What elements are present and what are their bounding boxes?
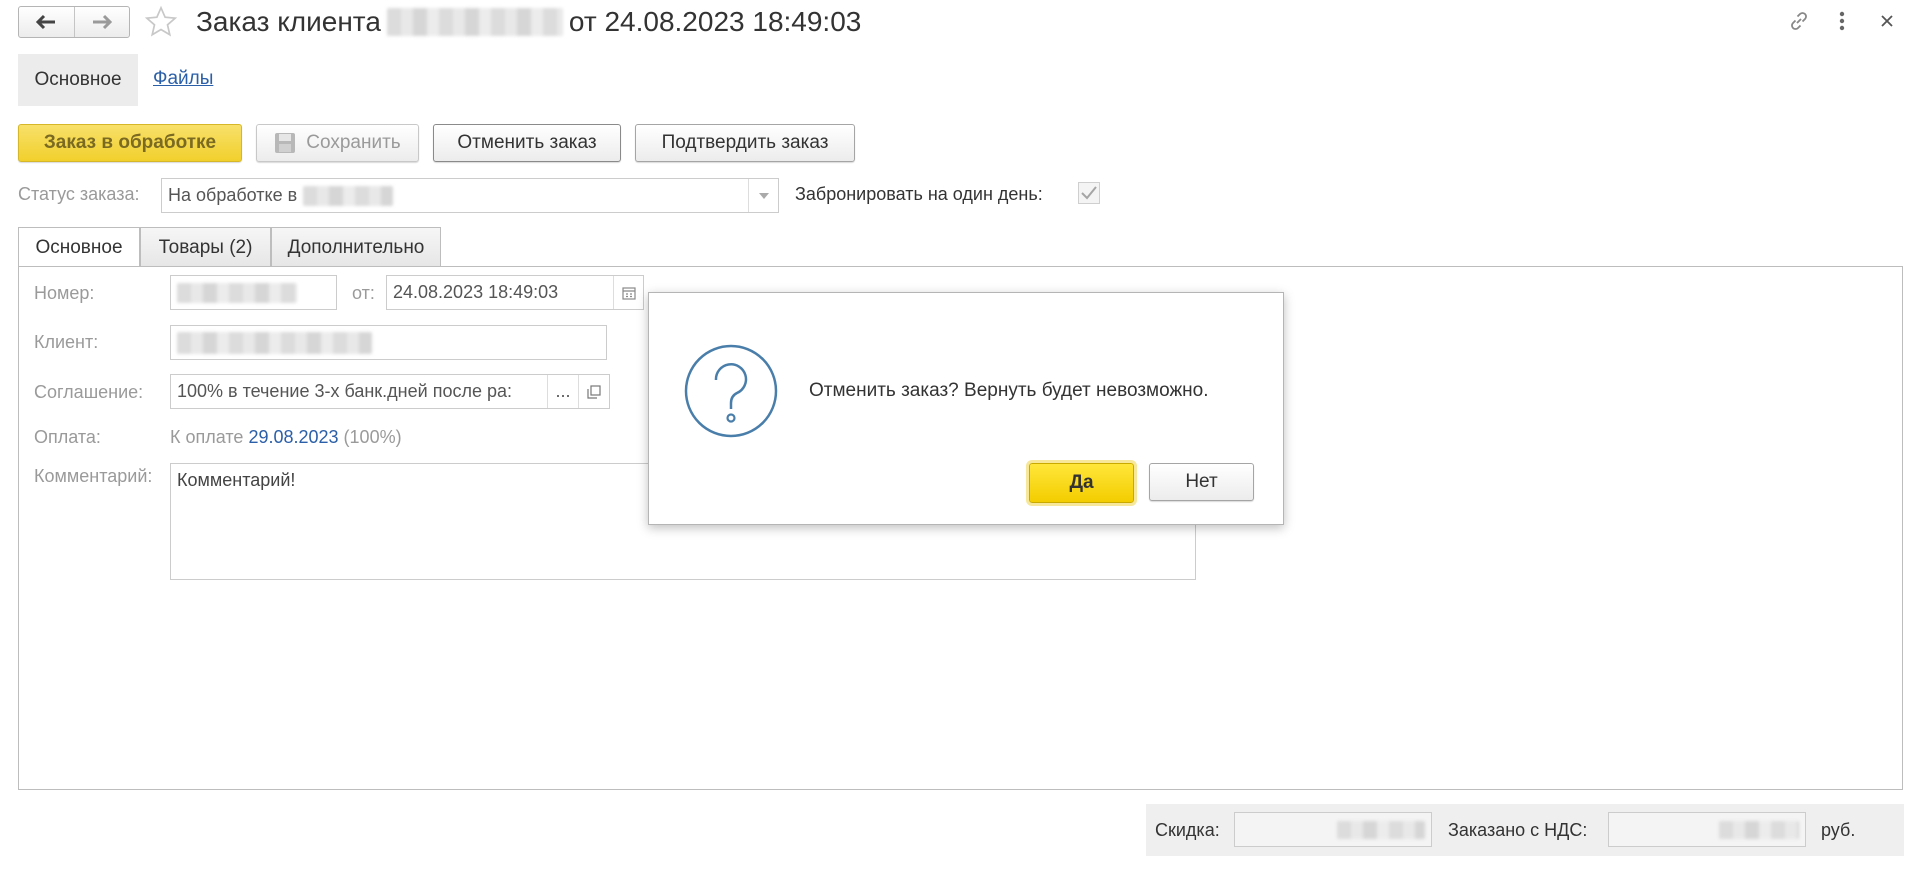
- redacted-number: [177, 282, 297, 303]
- payment-label: Оплата:: [34, 427, 101, 447]
- checkmark-icon: [1081, 186, 1097, 200]
- agreement-label: Соглашение:: [34, 382, 144, 402]
- open-window-icon: [587, 384, 601, 399]
- close-button[interactable]: [1874, 6, 1900, 36]
- save-button[interactable]: Сохранить: [256, 124, 419, 162]
- agreement-open-button[interactable]: [578, 375, 609, 408]
- comment-label: Комментарий:: [34, 466, 153, 486]
- redacted-discount: [1337, 820, 1425, 839]
- date-from-label: от:: [352, 283, 375, 303]
- order-in-processing-button[interactable]: Заказ в обработке: [18, 124, 242, 162]
- dialog-no-button[interactable]: Нет: [1149, 463, 1254, 501]
- arrow-right-icon: [92, 14, 112, 30]
- redacted-client-name: [386, 8, 563, 36]
- dialog-yes-button[interactable]: Да: [1026, 460, 1137, 506]
- reserve-one-day-checkbox[interactable]: [1078, 182, 1100, 204]
- date-field[interactable]: 24.08.2023 18:49:03: [386, 275, 644, 310]
- client-label: Клиент:: [34, 332, 99, 352]
- reserve-one-day-label: Забронировать на один день:: [795, 184, 1043, 204]
- order-status-label: Статус заказа:: [18, 184, 140, 204]
- favorite-star-button[interactable]: [143, 4, 179, 40]
- dialog-message: Отменить заказ? Вернуть будет невозможно…: [809, 380, 1209, 401]
- confirm-dialog: Отменить заказ? Вернуть будет невозможно…: [648, 292, 1284, 525]
- payment-percent: (100%): [343, 427, 402, 447]
- order-status-value: На обработке в: [168, 185, 298, 205]
- calendar-button[interactable]: [613, 276, 643, 309]
- question-icon: [684, 344, 778, 438]
- save-button-label: Сохранить: [306, 132, 401, 153]
- link-icon: [1791, 12, 1807, 30]
- chevron-down-icon: [758, 192, 769, 199]
- page-title-prefix: Заказ клиента: [196, 6, 381, 37]
- page-title-suffix: от 24.08.2023 18:49:03: [568, 6, 862, 37]
- section-files-link[interactable]: Файлы: [153, 68, 213, 90]
- star-icon: [144, 5, 178, 37]
- calendar-icon: [621, 286, 636, 300]
- arrow-left-icon: [36, 14, 56, 30]
- close-icon: [1881, 15, 1893, 27]
- forward-button[interactable]: [75, 7, 130, 37]
- currency-label: руб.: [1821, 820, 1856, 840]
- payment-info: К оплате 29.08.2023 (100%): [170, 427, 402, 448]
- tab-additional[interactable]: Дополнительно: [271, 227, 441, 267]
- payment-prefix: К оплате: [170, 427, 244, 447]
- ordered-vat-field: [1608, 812, 1806, 847]
- redacted-ordered-vat: [1719, 820, 1799, 839]
- back-button[interactable]: [19, 7, 75, 37]
- more-actions-button[interactable]: [1830, 6, 1854, 36]
- tab-main[interactable]: Основное: [18, 227, 140, 268]
- vertical-dots-icon: [1839, 11, 1845, 31]
- link-button[interactable]: [1784, 6, 1814, 36]
- date-value: 24.08.2023 18:49:03: [393, 282, 559, 302]
- page-title: Заказ клиента от 24.08.2023 18:49:03: [196, 4, 861, 40]
- agreement-field[interactable]: 100% в течение 3-х банк.дней после ра: .…: [170, 374, 610, 409]
- status-dropdown-button[interactable]: [748, 179, 778, 212]
- floppy-disk-icon: [275, 133, 296, 153]
- payment-date-link[interactable]: 29.08.2023: [248, 427, 338, 447]
- cancel-order-button[interactable]: Отменить заказ: [433, 124, 621, 162]
- section-main[interactable]: Основное: [18, 54, 138, 106]
- number-field[interactable]: [170, 275, 337, 310]
- number-label: Номер:: [34, 283, 95, 303]
- redacted-status-location: [303, 185, 394, 206]
- confirm-order-button[interactable]: Подтвердить заказ: [635, 124, 855, 162]
- client-field[interactable]: [170, 325, 607, 360]
- redacted-client: [177, 331, 372, 354]
- tab-goods[interactable]: Товары (2): [140, 227, 271, 267]
- agreement-value: 100% в течение 3-х банк.дней после ра:: [177, 381, 512, 401]
- nav-buttons-group: [18, 6, 130, 38]
- agreement-select-button[interactable]: ...: [547, 375, 578, 408]
- discount-field: [1234, 812, 1432, 847]
- discount-label: Скидка:: [1155, 820, 1220, 840]
- ordered-vat-label: Заказано с НДС:: [1448, 820, 1588, 840]
- order-status-select[interactable]: На обработке в: [161, 178, 779, 213]
